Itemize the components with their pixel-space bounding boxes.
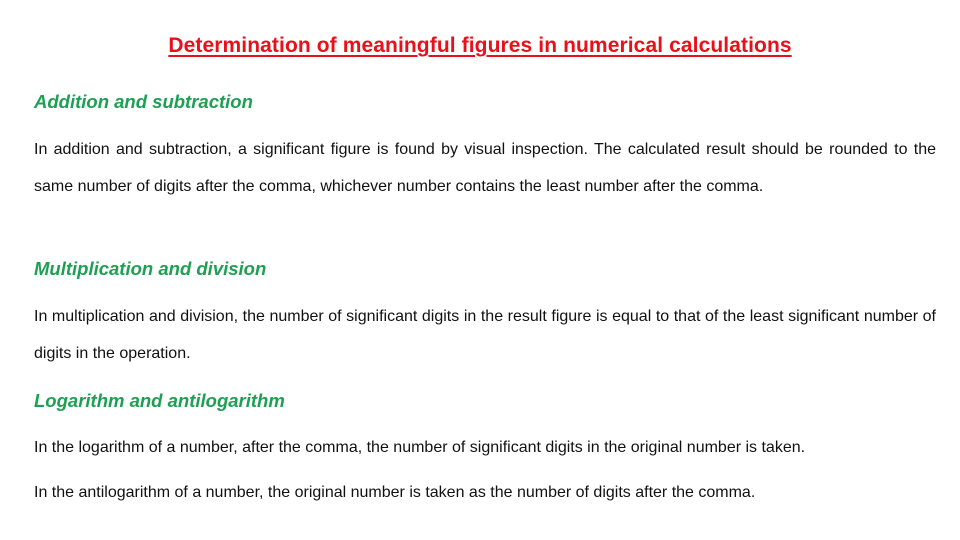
section-paragraph-addition-subtraction: In addition and subtraction, a significa… bbox=[34, 141, 936, 195]
slide: Determination of meaningful figures in n… bbox=[0, 0, 960, 540]
section-heading-logarithm-antilogarithm: Logarithm and antilogarithm bbox=[34, 390, 285, 411]
section-heading-addition-subtraction: Addition and subtraction bbox=[34, 91, 253, 112]
section-heading-multiplication-division: Multiplication and division bbox=[34, 258, 267, 279]
section-paragraph-multiplication-division: In multiplication and division, the numb… bbox=[34, 308, 936, 362]
section-paragraph-antilogarithm: In the antilogarithm of a number, the or… bbox=[34, 484, 756, 501]
slide-title: Determination of meaningful figures in n… bbox=[168, 34, 792, 57]
section-paragraph-logarithm: In the logarithm of a number, after the … bbox=[34, 439, 806, 456]
